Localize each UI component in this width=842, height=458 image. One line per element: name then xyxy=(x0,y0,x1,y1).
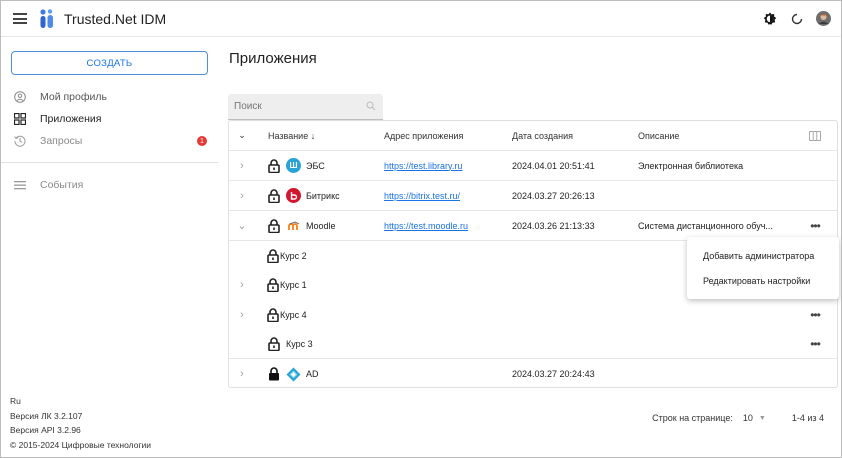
bitrix-app-icon xyxy=(286,188,301,203)
profile-icon xyxy=(13,90,27,104)
page-range: 1-4 из 4 xyxy=(791,413,824,423)
pagination: Строк на странице: 10 ▼ 1-4 из 4 xyxy=(652,413,824,423)
lock-open-icon xyxy=(268,336,280,351)
top-bar: Trusted.Net IDM xyxy=(1,1,841,37)
rows-per-page-value: 10 xyxy=(742,413,753,423)
sidebar-item-label: Мой профиль xyxy=(40,91,107,103)
course-name: Курс 3 xyxy=(286,338,313,349)
collapse-all-icon[interactable]: ⌄ xyxy=(235,121,249,150)
app-name: AD xyxy=(306,369,319,379)
table-row[interactable]: › Битрикс https://bitrix.test.ru/ 2024.0… xyxy=(229,181,837,211)
sidebar-item-label: Запросы xyxy=(40,135,83,147)
column-header-url: Адрес приложения xyxy=(384,130,464,141)
column-header-description: Описание xyxy=(638,130,680,141)
api-version: Версия API 3.2.96 xyxy=(10,425,81,435)
app-created-date: 2024.03.27 20:26:13 xyxy=(512,190,595,201)
loading-spinner-icon xyxy=(789,11,804,26)
requests-count-badge: 1 xyxy=(197,136,207,146)
lock-open-icon xyxy=(268,188,280,203)
app-url-link[interactable]: https://test.library.ru xyxy=(384,161,462,171)
user-avatar[interactable] xyxy=(816,11,831,26)
table-row[interactable]: › Ш ЭБС https://test.library.ru 2024.04.… xyxy=(229,151,837,181)
main-content: Приложения ⌄ Название ↓ Адрес приложения… xyxy=(218,37,841,457)
app-name: Moodle xyxy=(306,220,336,231)
app-name: ЭБС xyxy=(306,160,325,171)
sidebar-item-apps[interactable]: Приложения xyxy=(13,110,211,128)
app-created-date: 2024.03.27 20:24:43 xyxy=(512,369,595,379)
columns-settings-icon[interactable] xyxy=(805,121,825,150)
library-app-icon: Ш xyxy=(286,158,301,173)
more-actions-icon[interactable]: ••• xyxy=(805,300,825,330)
app-url-link[interactable]: https://bitrix.test.ru/ xyxy=(384,191,460,201)
sidebar-item-profile[interactable]: Мой профиль xyxy=(13,88,211,106)
app-url-link[interactable]: https://test.moodle.ru xyxy=(384,221,468,231)
lock-open-icon xyxy=(267,249,279,263)
app-window: Trusted.Net IDM СОЗДАТЬ Мой профиль Прил… xyxy=(0,0,842,458)
rows-per-page-select[interactable]: 10 ▼ xyxy=(743,413,766,423)
moodle-app-icon xyxy=(286,218,301,233)
page-title: Приложения xyxy=(229,50,317,67)
copyright: © 2015-2024 Цифровые технологии xyxy=(10,439,152,450)
menu-item-edit-settings[interactable]: Редактировать настройки xyxy=(703,276,810,286)
app-title: Trusted.Net IDM xyxy=(64,11,167,27)
more-actions-icon[interactable]: ••• xyxy=(805,329,825,358)
lock-open-icon xyxy=(267,278,279,292)
history-icon xyxy=(13,134,27,148)
sidebar-item-events[interactable]: События xyxy=(13,176,211,194)
lock-open-icon xyxy=(268,158,280,173)
app-created-date: 2024.03.26 21:13:33 xyxy=(512,220,595,231)
more-actions-icon[interactable]: ••• xyxy=(805,211,825,240)
collapse-icon[interactable]: ⌄ xyxy=(235,211,249,240)
language-switch[interactable]: Ru xyxy=(10,394,151,409)
expand-icon[interactable]: › xyxy=(235,270,249,300)
table-row[interactable]: › AD 2024.03.27 20:24:43 xyxy=(229,359,837,389)
app-logo-icon xyxy=(40,9,53,28)
app-created-date: 2024.04.01 20:51:41 xyxy=(512,160,595,171)
column-header-name[interactable]: Название ↓ xyxy=(268,121,378,150)
expand-icon[interactable]: › xyxy=(235,300,249,330)
table-header: ⌄ Название ↓ Адрес приложения Дата созда… xyxy=(229,121,837,151)
course-name: Курс 4 xyxy=(280,310,307,320)
table-subrow[interactable]: Курс 3 ••• xyxy=(229,329,837,359)
sidebar-item-requests[interactable]: Запросы 1 xyxy=(13,132,211,150)
list-icon xyxy=(13,178,27,192)
search-input[interactable] xyxy=(228,94,383,119)
sidebar: СОЗДАТЬ Мой профиль Приложения Запросы 1 xyxy=(1,37,218,457)
row-context-menu: Добавить администратора Редактировать на… xyxy=(687,237,839,299)
app-name: Битрикс xyxy=(306,190,340,201)
app-description: Электронная библиотека xyxy=(638,160,744,171)
theme-toggle-icon[interactable] xyxy=(762,11,777,26)
sidebar-item-label: События xyxy=(40,179,84,191)
column-header-date: Дата создания xyxy=(512,130,573,141)
expand-icon[interactable]: › xyxy=(235,151,249,180)
rows-per-page-label: Строк на странице: xyxy=(652,413,733,423)
sidebar-divider xyxy=(1,162,218,163)
expand-icon[interactable]: › xyxy=(235,181,249,210)
ad-app-icon xyxy=(286,367,301,382)
create-button[interactable]: СОЗДАТЬ xyxy=(11,51,208,75)
app-description: Система дистанционного обуч... xyxy=(638,220,773,231)
search-field[interactable] xyxy=(228,94,383,120)
table-subrow[interactable]: › Курс 4 ••• xyxy=(229,300,837,330)
search-icon xyxy=(366,101,376,111)
menu-item-add-admin[interactable]: Добавить администратора xyxy=(703,251,814,261)
sidebar-footer: Ru Версия ЛК 3.2.107 Версия API 3.2.96 ©… xyxy=(10,394,151,452)
expand-icon[interactable]: › xyxy=(235,359,249,389)
lock-open-icon xyxy=(267,308,279,322)
course-name: Курс 2 xyxy=(280,251,307,261)
apps-grid-icon xyxy=(13,112,27,126)
menu-icon[interactable] xyxy=(13,13,27,24)
lock-open-icon xyxy=(268,218,280,233)
dropdown-arrow-icon: ▼ xyxy=(758,414,766,422)
sidebar-item-label: Приложения xyxy=(40,113,102,125)
lock-closed-icon xyxy=(269,367,279,381)
course-name: Курс 1 xyxy=(280,280,307,290)
lk-version: Версия ЛК 3.2.107 xyxy=(10,410,83,421)
